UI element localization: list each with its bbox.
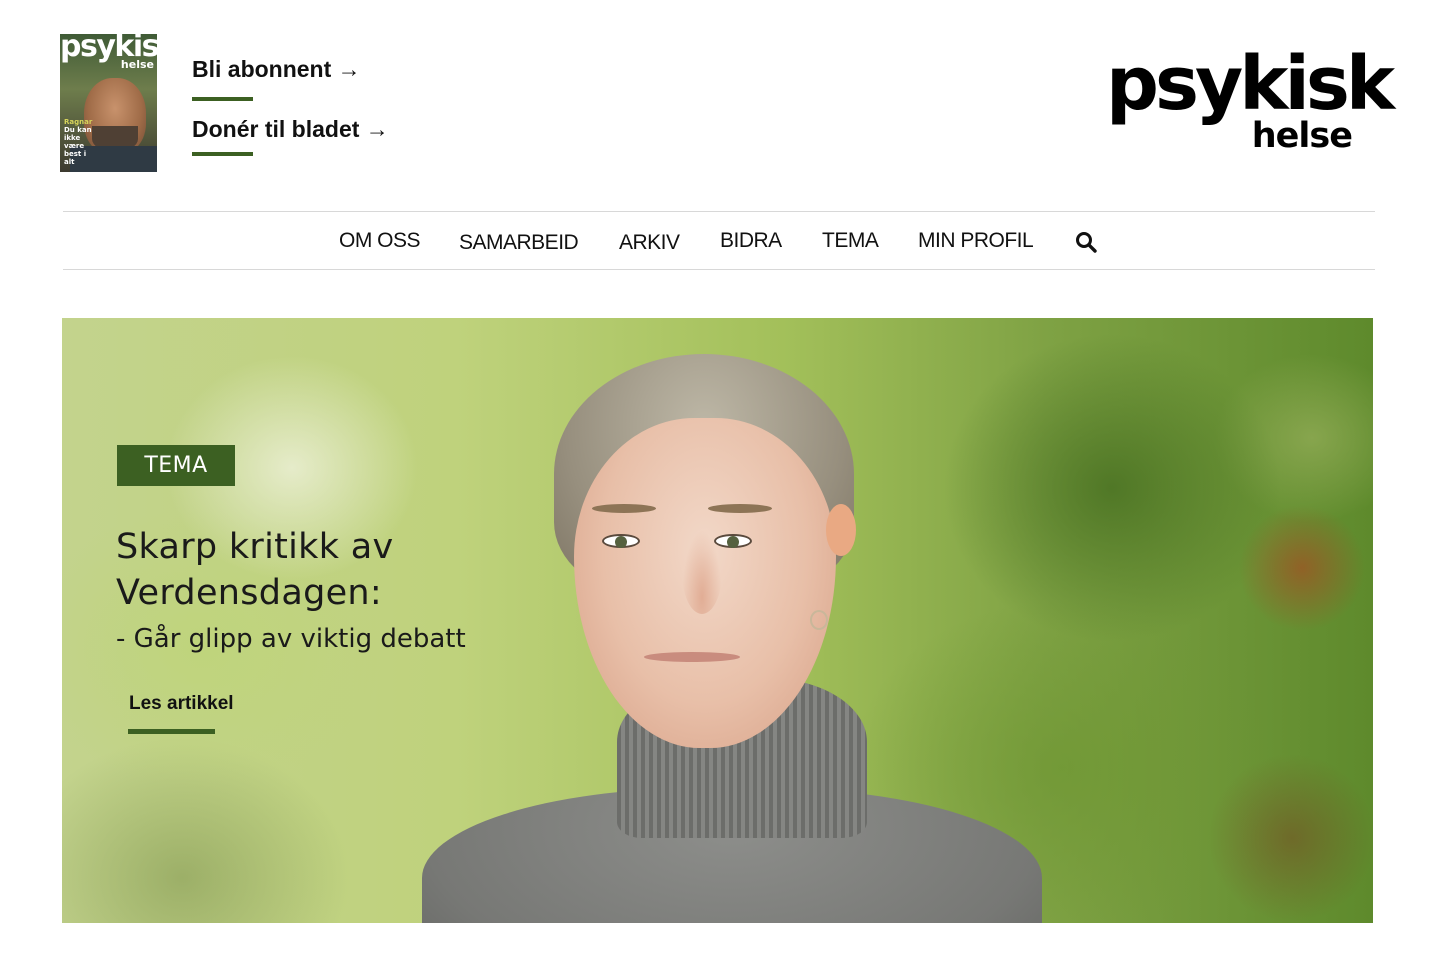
- hero-portrait-ear: [826, 504, 856, 556]
- search-icon[interactable]: [1075, 231, 1097, 253]
- read-article-underline: [128, 729, 215, 734]
- hero-image[interactable]: [62, 318, 1373, 923]
- nav-item-bidra[interactable]: BIDRA: [720, 230, 782, 251]
- nav-item-min-profil[interactable]: MIN PROFIL: [918, 230, 1034, 251]
- site-logo[interactable]: psykisk helse: [1106, 47, 1395, 157]
- cover-subtitle: helse: [120, 58, 154, 71]
- hero-portrait-mouth: [644, 652, 740, 662]
- hero-subheadline[interactable]: - Går glipp av viktig debatt: [116, 626, 466, 652]
- category-badge[interactable]: TEMA: [117, 445, 235, 486]
- hero-portrait-brow-right: [708, 504, 772, 513]
- subscribe-link[interactable]: Bli abonnent →: [192, 58, 361, 81]
- nav-item-tema[interactable]: TEMA: [822, 230, 879, 251]
- hero-portrait-earring: [810, 610, 828, 630]
- nav-top-divider: [63, 211, 1375, 212]
- hero-portrait-brow-left: [592, 504, 656, 513]
- hero-portrait-nose: [682, 530, 722, 614]
- nav-bottom-divider: [63, 269, 1375, 270]
- cover-headline-highlight: Ragnar: [64, 118, 93, 126]
- donate-link[interactable]: Donér til bladet →: [192, 118, 389, 141]
- hero-headline-line2[interactable]: Verdensdagen:: [116, 576, 382, 611]
- hero-headline-line1[interactable]: Skarp kritikk av: [116, 530, 394, 565]
- logo-text-primary: psykisk: [1106, 41, 1395, 127]
- nav-item-arkiv[interactable]: ARKIV: [619, 232, 680, 253]
- cover-headline-text: Du kan ikke være best i alt: [64, 126, 92, 167]
- read-article-link[interactable]: Les artikkel: [129, 694, 234, 713]
- donate-underline: [192, 152, 253, 156]
- nav-item-samarbeid[interactable]: SAMARBEID: [459, 232, 579, 253]
- logo-text-secondary: helse: [1251, 116, 1353, 156]
- hero-portrait-eye-left: [602, 534, 640, 548]
- subscribe-underline: [192, 97, 253, 101]
- cover-headline: Ragnar Du kan ikke være best i alt: [64, 118, 94, 166]
- nav-item-om-oss[interactable]: OM OSS: [339, 230, 421, 251]
- magazine-cover-image[interactable]: psykisk helse Ragnar Du kan ikke være be…: [60, 34, 157, 172]
